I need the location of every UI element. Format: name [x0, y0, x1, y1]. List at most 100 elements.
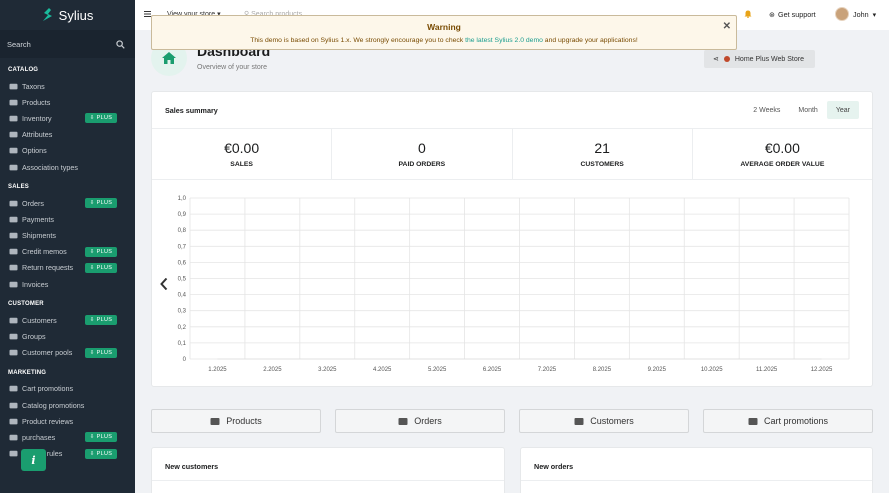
sidebar-item-shipments[interactable]: Shipments [0, 228, 135, 244]
quick-link-products[interactable]: Products [151, 409, 321, 433]
plus-badge-label: PLUS [96, 115, 113, 122]
sidebar-menu: CATALOG Taxons Products Inventory ⇩ PLUS Attri… [0, 58, 135, 462]
sidebar-item-inventory[interactable]: Inventory ⇩ PLUS [0, 110, 135, 126]
new-customers-card: New customers [151, 447, 505, 493]
sylius-2-demo-link[interactable]: the latest Sylius 2.0 demo [465, 37, 543, 44]
plus-badge-label: PLUS [96, 434, 113, 441]
inbox-icon [9, 249, 18, 255]
user-menu[interactable]: John ▾ [835, 7, 876, 21]
sidebar-item-taxons[interactable]: Taxons [0, 78, 135, 94]
plus-badge: ⇩ PLUS [85, 448, 117, 459]
y-tick-label: 0,9 [178, 212, 187, 218]
x-tick-label: 2.2025 [263, 367, 282, 373]
period-year[interactable]: Year [826, 101, 859, 119]
plus-icon: ⇩ [89, 434, 95, 441]
sidebar-item-label: Return requests [22, 263, 74, 273]
support-label: Get support [778, 10, 816, 19]
menu-toggle-icon[interactable] [144, 11, 151, 17]
avatar [835, 7, 849, 21]
gift-icon [9, 434, 18, 441]
support-icon: ⊛ [769, 10, 776, 19]
sidebar-search[interactable]: Search [0, 30, 135, 58]
sidebar-item-cart-promotions[interactable]: Cart promotions [0, 381, 135, 397]
file-icon [9, 281, 18, 288]
plus-badge: ⇩ PLUS [85, 113, 117, 124]
sidebar-item-options[interactable]: Options [0, 143, 135, 159]
newspaper-icon [9, 418, 18, 425]
stat-label: SALES [230, 161, 253, 168]
sidebar-item-label: Cart promotions [22, 384, 74, 394]
stats-row: €0.00 SALES 0 PAID ORDERS 21 CUSTOMERS €0.00 AV… [152, 128, 872, 180]
sidebar-item-label: Groups [22, 332, 46, 342]
plus-icon: ⇩ [89, 200, 95, 207]
chevron-down-icon: ▾ [872, 9, 877, 19]
sidebar-item-catalog-promotions[interactable]: Catalog promotions [0, 397, 135, 413]
sylius-logo-icon [42, 8, 52, 21]
sales-summary-card: Sales summary 2 Weeks Month Year €0.00 SALE… [151, 91, 873, 387]
sidebar-item-attributes[interactable]: Attributes [0, 127, 135, 143]
stat-label: AVERAGE ORDER VALUE [740, 161, 825, 168]
lock-icon [9, 350, 18, 356]
bell-icon[interactable] [744, 10, 752, 18]
y-tick-label: 0,7 [178, 244, 187, 250]
period-month[interactable]: Month [789, 101, 826, 119]
logo[interactable]: Sylius [0, 0, 135, 30]
sidebar-item-label: Credit memos [22, 247, 67, 257]
channel-selector-button[interactable]: ⋖ Home Plus Web Store [704, 50, 815, 68]
plus-icon: ⇩ [89, 264, 95, 271]
y-tick-label: 1,0 [178, 196, 187, 202]
quick-link-label: Cart promotions [763, 416, 829, 426]
sidebar-item-label: Customers [22, 315, 57, 325]
sidebar-item-customers[interactable]: Customers ⇩ PLUS [0, 312, 135, 328]
sidebar-item-product-reviews[interactable]: Product reviews [0, 413, 135, 429]
y-tick-label: 0,8 [178, 228, 187, 234]
period-2-weeks[interactable]: 2 Weeks [744, 101, 789, 119]
sidebar-item-invoices[interactable]: Invoices [0, 276, 135, 292]
sidebar-item-label: Attributes [22, 130, 53, 140]
sidebar-item-payments[interactable]: Payments [0, 211, 135, 227]
x-tick-label: 1.2025 [208, 367, 227, 373]
sidebar-item-label: Orders [22, 198, 44, 208]
sidebar-item-credit-memos[interactable]: Credit memos ⇩ PLUS [0, 244, 135, 260]
sidebar-item-customer-pools[interactable]: Customer pools ⇩ PLUS [0, 345, 135, 361]
get-support-link[interactable]: ⊛ Get support [769, 10, 816, 19]
cubes-icon [9, 131, 18, 138]
chevron-left-icon[interactable] [160, 278, 168, 290]
plus-icon: ⇩ [89, 317, 95, 324]
sidebar-item-orders[interactable]: Orders ⇩ PLUS [0, 195, 135, 211]
sidebar-item-products[interactable]: Products [0, 94, 135, 110]
x-tick-label: 3.2025 [318, 367, 337, 373]
sales-summary-title: Sales summary [165, 106, 218, 115]
plus-badge: ⇩ PLUS [85, 315, 117, 326]
info-button[interactable]: i [21, 449, 46, 471]
sidebar-item-label: Taxons [22, 81, 45, 91]
plus-badge-label: PLUS [96, 450, 113, 457]
percent-icon [9, 402, 18, 408]
tag-icon [9, 386, 18, 392]
sidebar-item-groups[interactable]: Groups [0, 328, 135, 344]
sidebar-item-label: Catalog promotions [22, 400, 85, 410]
close-icon[interactable]: ✕ [723, 21, 731, 32]
sidebar: Sylius Search CATALOG Taxons Products Inven… [0, 0, 135, 493]
plus-badge: ⇩ PLUS [85, 198, 117, 209]
plus-badge-label: PLUS [96, 248, 113, 255]
stat-value: 21 [594, 140, 610, 156]
sidebar-item-label: Shipments [22, 231, 56, 241]
sidebar-item-return-requests[interactable]: Return requests ⇩ PLUS [0, 260, 135, 276]
x-tick-label: 6.2025 [483, 367, 502, 373]
folder-icon [9, 83, 18, 89]
cart-icon [9, 200, 18, 207]
stat-label: CUSTOMERS [580, 161, 624, 168]
home-icon [162, 52, 176, 64]
plus-badge: ⇩ PLUS [85, 246, 117, 257]
stat-value: €0.00 [224, 140, 260, 156]
history-icon [9, 115, 18, 122]
search-icon[interactable] [116, 39, 125, 49]
quick-link-customers[interactable]: Customers [519, 409, 689, 433]
quick-link-orders[interactable]: Orders [335, 409, 505, 433]
sidebar-item-purchases[interactable]: purchases ⇩ PLUS [0, 429, 135, 445]
sidebar-section-title: MARKETING [8, 369, 47, 376]
quick-link-cart-promotions[interactable]: Cart promotions [703, 409, 873, 433]
sidebar-item-label: Product reviews [22, 416, 74, 426]
sidebar-item-association-types[interactable]: Association types [0, 159, 135, 175]
